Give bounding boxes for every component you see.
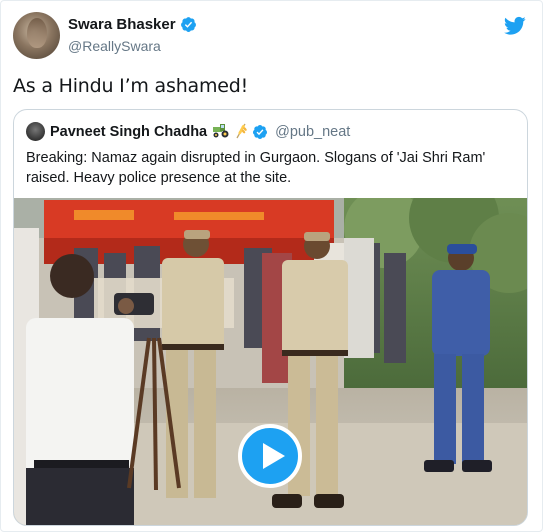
quoted-tweet-text: Breaking: Namaz again disrupted in Gurga… [26,150,486,186]
author-avatar[interactable] [13,12,60,59]
verified-badge-icon [253,124,268,139]
author-display-name[interactable]: Swara Bhasker [68,16,176,33]
twitter-bird-icon[interactable] [504,16,526,36]
author-name-row: Swara Bhasker [68,16,197,33]
tweet-card[interactable]: Swara Bhasker @ReallySwara As a Hindu I’… [0,0,543,532]
quoted-tweet[interactable]: Pavneet Singh Chadha @pub_neat Breaking:… [13,109,528,526]
quoted-author-display-name[interactable]: Pavneet Singh Chadha [50,124,207,140]
play-icon [263,443,285,469]
quoted-author-avatar[interactable] [26,122,45,141]
tractor-emoji [212,123,230,140]
play-button[interactable] [238,424,302,488]
wheat-emoji [235,123,247,141]
tweet-header: Swara Bhasker @ReallySwara [13,12,532,60]
tweet-text: As a Hindu I’m ashamed! [13,75,249,97]
quoted-tweet-header: Pavneet Singh Chadha @pub_neat [26,122,350,141]
video-thumbnail[interactable] [14,198,527,525]
quoted-author-handle[interactable]: @pub_neat [275,124,350,140]
verified-badge-icon [180,17,196,32]
author-handle[interactable]: @ReallySwara [68,38,161,54]
